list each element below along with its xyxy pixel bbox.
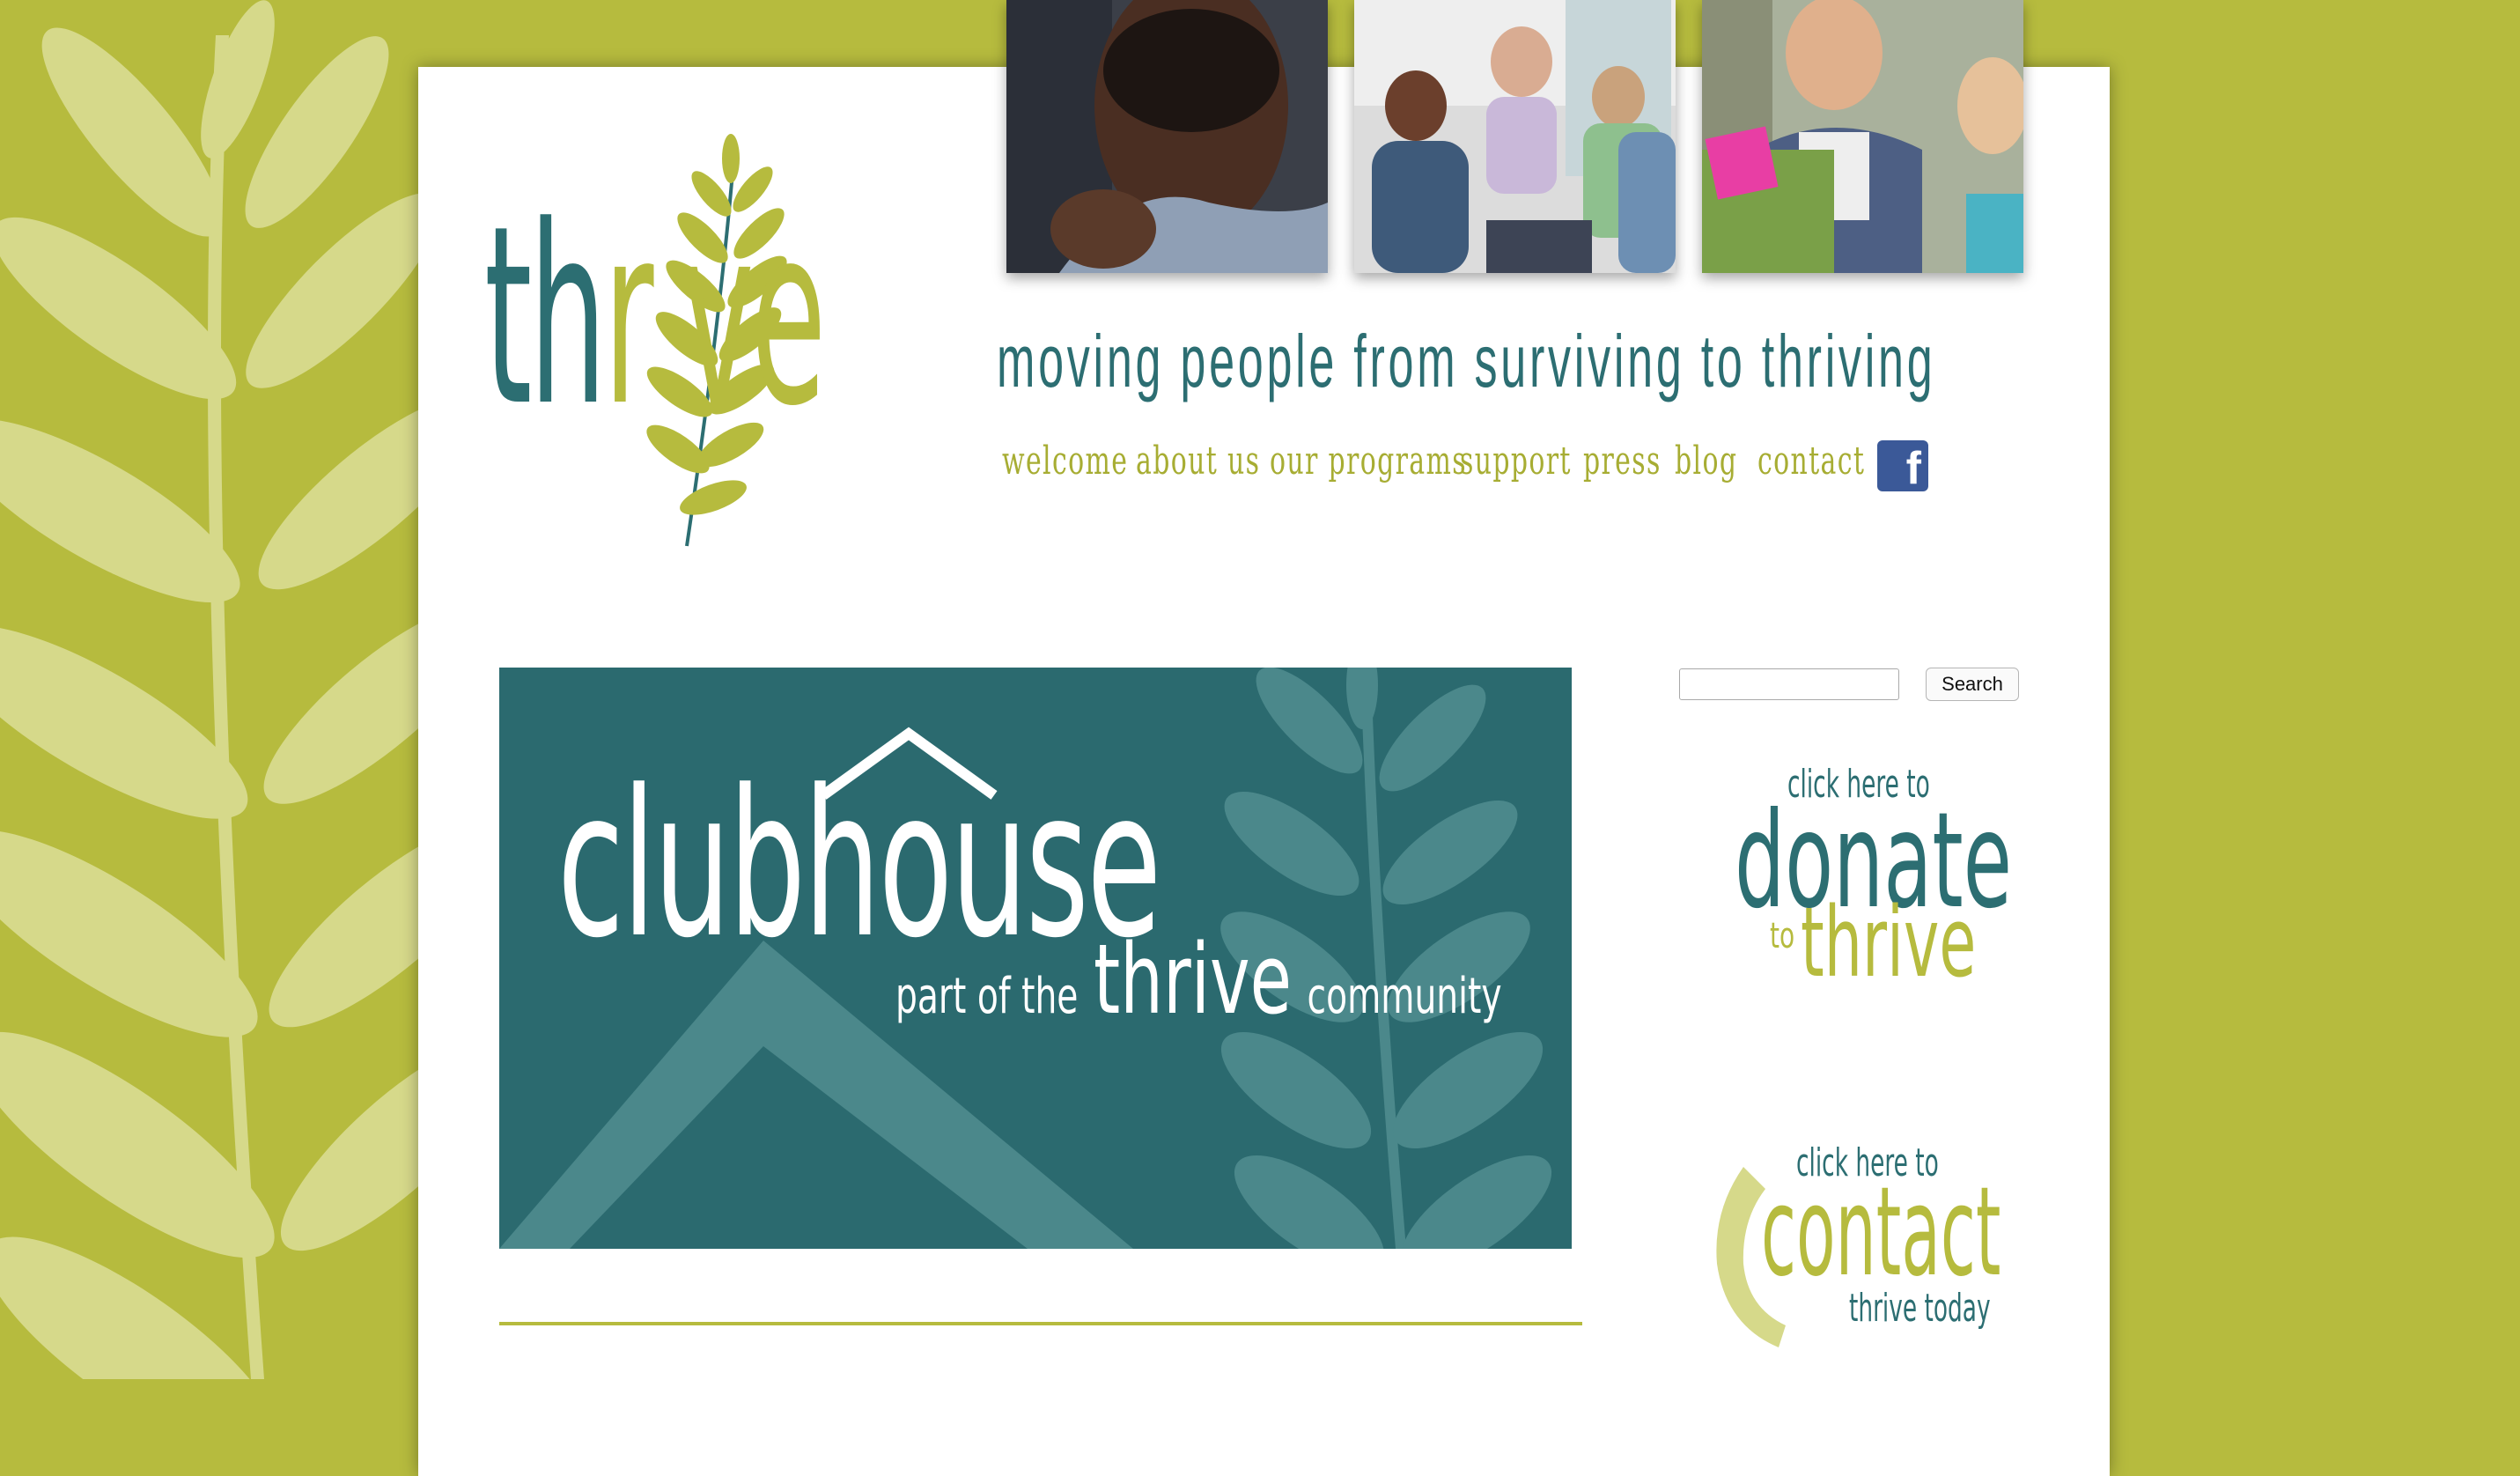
- donate-promo[interactable]: click here to donate to thrive: [1726, 762, 2012, 1017]
- nav-item-support[interactable]: support: [1460, 439, 1572, 483]
- header-photo-man-thinking: [1006, 0, 1328, 273]
- nav-item-about-us[interactable]: about us: [1136, 439, 1260, 483]
- logo-text-ve: ve: [682, 173, 826, 461]
- contact-line-3: thrive today: [1849, 1286, 1991, 1331]
- banner-subtitle-prefix: part of the: [895, 968, 1079, 1025]
- banner-subtitle-suffix: community: [1307, 968, 1502, 1025]
- logo-text-r: r: [603, 173, 654, 461]
- header-photo-support-group: [1354, 0, 1676, 273]
- nav-item-our-programs[interactable]: our programs: [1270, 439, 1467, 483]
- content-divider: [499, 1322, 1582, 1325]
- logo-text-i: i: [651, 173, 682, 461]
- logo-text-th: th: [484, 173, 607, 461]
- nav-item-welcome[interactable]: welcome: [1002, 439, 1128, 483]
- thrive-logo[interactable]: thrive: [484, 132, 951, 555]
- contact-line-2: contact: [1761, 1161, 2001, 1304]
- banner-subtitle: part of the thrive community: [895, 923, 1502, 1036]
- contact-promo[interactable]: click here to contact thrive today: [1708, 1140, 2001, 1347]
- search-input[interactable]: [1679, 668, 1899, 700]
- facebook-icon[interactable]: f: [1877, 440, 1928, 491]
- donate-line-4: thrive: [1801, 886, 1977, 999]
- nav-item-press[interactable]: press: [1583, 439, 1662, 483]
- nav-item-blog[interactable]: blog: [1675, 439, 1737, 483]
- banner-subtitle-brand: thrive: [1093, 923, 1292, 1036]
- nav-item-contact[interactable]: contact: [1757, 439, 1865, 483]
- search-button[interactable]: Search: [1926, 668, 2019, 701]
- background-fern-decoration: [0, 0, 423, 1379]
- header-photo-shop-worker: [1702, 0, 2023, 273]
- donate-line-3: to: [1770, 916, 1795, 956]
- clubhouse-banner[interactable]: clubhouse part of the thrive community: [499, 668, 1572, 1249]
- site-tagline: moving people from surviving to thriving: [997, 320, 1936, 402]
